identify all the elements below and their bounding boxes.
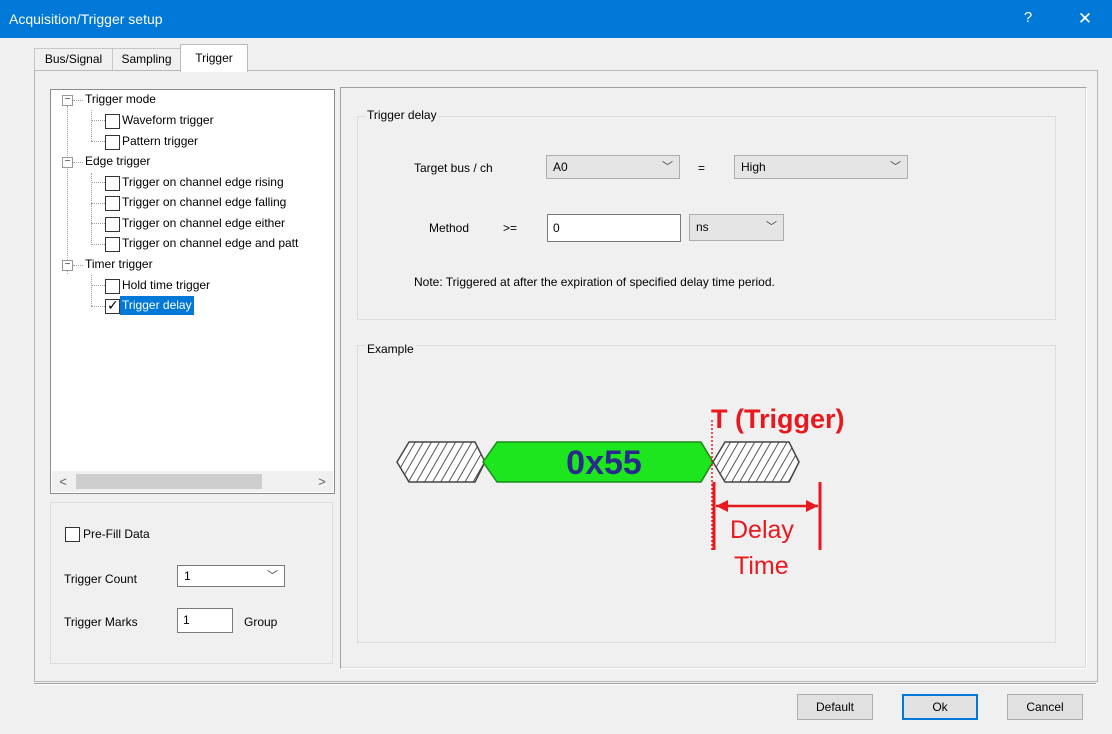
scroll-left-icon[interactable]: < — [54, 473, 72, 490]
arrow-left-icon — [716, 500, 728, 512]
tree-group-edge-trigger[interactable]: − Edge trigger — [51, 152, 331, 172]
tree-group-label: Edge trigger — [85, 154, 151, 168]
default-button[interactable]: Default — [797, 694, 873, 720]
tree-item-edge-either[interactable]: Trigger on channel edge either — [51, 214, 334, 234]
close-button[interactable]: ✕ — [1068, 6, 1102, 32]
level-select[interactable]: High ﹀ — [734, 155, 908, 179]
tab-trigger[interactable]: Trigger — [180, 44, 248, 72]
trigger-count-label: Trigger Count — [64, 572, 137, 586]
scrollbar-thumb[interactable] — [76, 474, 262, 489]
hatched-segment-left — [396, 441, 486, 483]
checkbox[interactable] — [105, 196, 120, 211]
chevron-down-icon: ﹀ — [267, 570, 278, 582]
trigger-count-select[interactable]: 1 ﹀ — [177, 565, 285, 587]
arrow-right-icon — [806, 500, 818, 512]
window-title: Acquisition/Trigger setup — [9, 11, 163, 27]
tree-item-label: Trigger on channel edge falling — [122, 195, 287, 209]
checkbox[interactable] — [105, 176, 120, 191]
tab-label: Sampling — [121, 52, 172, 66]
collapse-icon[interactable]: − — [62, 95, 73, 106]
tree-item-trigger-delay[interactable]: ✓ Trigger delay — [51, 296, 331, 316]
tree-item-label: Hold time trigger — [122, 278, 211, 292]
tab-sampling[interactable]: Sampling — [112, 48, 181, 70]
tab-label: Bus/Signal — [44, 52, 103, 66]
tree-item-label: Trigger on channel edge and patt — [122, 236, 299, 250]
collapse-icon[interactable]: − — [62, 260, 73, 271]
checkbox[interactable] — [105, 135, 120, 150]
hatched-segment-right — [712, 441, 800, 483]
level-value: High — [741, 160, 766, 174]
help-button[interactable]: ? — [1018, 9, 1038, 29]
chevron-down-icon: ﹀ — [766, 221, 777, 233]
footer-separator — [34, 683, 1096, 685]
delay-label: Delay — [730, 516, 794, 544]
data-value-text: 0x55 — [566, 444, 642, 482]
chevron-down-icon: ﹀ — [662, 161, 673, 173]
horizontal-scrollbar[interactable]: < > — [52, 471, 333, 492]
trigger-delay-legend: Trigger delay — [365, 108, 439, 122]
collapse-icon[interactable]: − — [62, 157, 73, 168]
delay-unit-value: ns — [696, 220, 709, 234]
checkbox[interactable] — [105, 279, 120, 294]
title-bar: Acquisition/Trigger setup ? ✕ — [0, 0, 1112, 38]
tree-item-pattern-trigger[interactable]: Pattern trigger — [51, 132, 331, 152]
trigger-label: T (Trigger) — [711, 404, 845, 434]
checkbox[interactable] — [105, 114, 120, 129]
trigger-marks-unit: Group — [244, 615, 278, 629]
tab-bus-signal[interactable]: Bus/Signal — [34, 48, 113, 70]
tree-item-label: Pattern trigger — [122, 134, 199, 148]
ok-button[interactable]: Ok — [902, 694, 978, 720]
tree-group-label: Timer trigger — [85, 257, 153, 271]
prefill-data-checkbox[interactable] — [65, 527, 80, 542]
trigger-type-tree[interactable]: − Trigger mode Waveform trigger Pattern … — [50, 89, 335, 494]
cancel-button[interactable]: Cancel — [1007, 694, 1083, 720]
tree-item-label: Trigger on channel edge rising — [122, 175, 284, 189]
checkbox[interactable] — [105, 217, 120, 232]
delay-value-input[interactable]: 0 — [547, 214, 681, 242]
trigger-delay-note: Note: Triggered at after the expiration … — [414, 275, 775, 289]
trigger-delay-diagram: 0x55 T (Trigger) Delay Time — [396, 404, 845, 580]
trigger-count-value: 1 — [184, 569, 191, 583]
method-label: Method — [429, 221, 470, 235]
checkbox-checked[interactable]: ✓ — [105, 297, 120, 314]
prefill-data-label: Pre-Fill Data — [83, 527, 150, 541]
tab-label: Trigger — [195, 51, 233, 65]
delay-value: 0 — [553, 221, 560, 235]
tree-item-edge-and-pattern[interactable]: Trigger on channel edge and patt — [51, 234, 334, 254]
tree-group-timer-trigger[interactable]: − Timer trigger — [51, 255, 331, 275]
tree-item-hold-time-trigger[interactable]: Hold time trigger — [51, 276, 331, 296]
trigger-marks-input[interactable]: 1 — [177, 608, 233, 633]
trigger-marks-label: Trigger Marks — [64, 615, 138, 629]
tree-item-edge-falling[interactable]: Trigger on channel edge falling — [51, 193, 334, 213]
time-label: Time — [734, 552, 789, 580]
tree-item-waveform-trigger[interactable]: Waveform trigger — [51, 111, 331, 131]
scroll-right-icon[interactable]: > — [313, 473, 331, 490]
equals-label: = — [698, 161, 706, 175]
target-bus-label: Target bus / ch — [414, 161, 493, 175]
tree-item-label: Trigger on channel edge either — [122, 216, 285, 230]
chevron-down-icon: ﹀ — [890, 161, 901, 173]
tree-group-trigger-mode[interactable]: − Trigger mode — [51, 90, 331, 110]
tree-item-label: Waveform trigger — [122, 113, 214, 127]
trigger-marks-value: 1 — [183, 613, 190, 627]
tree-item-edge-rising[interactable]: Trigger on channel edge rising — [51, 173, 334, 193]
checkbox[interactable] — [105, 237, 120, 252]
example-legend: Example — [365, 342, 416, 356]
tree-group-label: Trigger mode — [85, 92, 156, 106]
method-operator: >= — [503, 221, 518, 235]
checkmark-icon: ✓ — [107, 297, 119, 313]
delay-unit-select[interactable]: ns ﹀ — [689, 214, 784, 241]
tree-item-label: Trigger delay — [120, 296, 194, 315]
target-bus-select[interactable]: A0 ﹀ — [546, 155, 680, 179]
target-bus-value: A0 — [553, 160, 568, 174]
